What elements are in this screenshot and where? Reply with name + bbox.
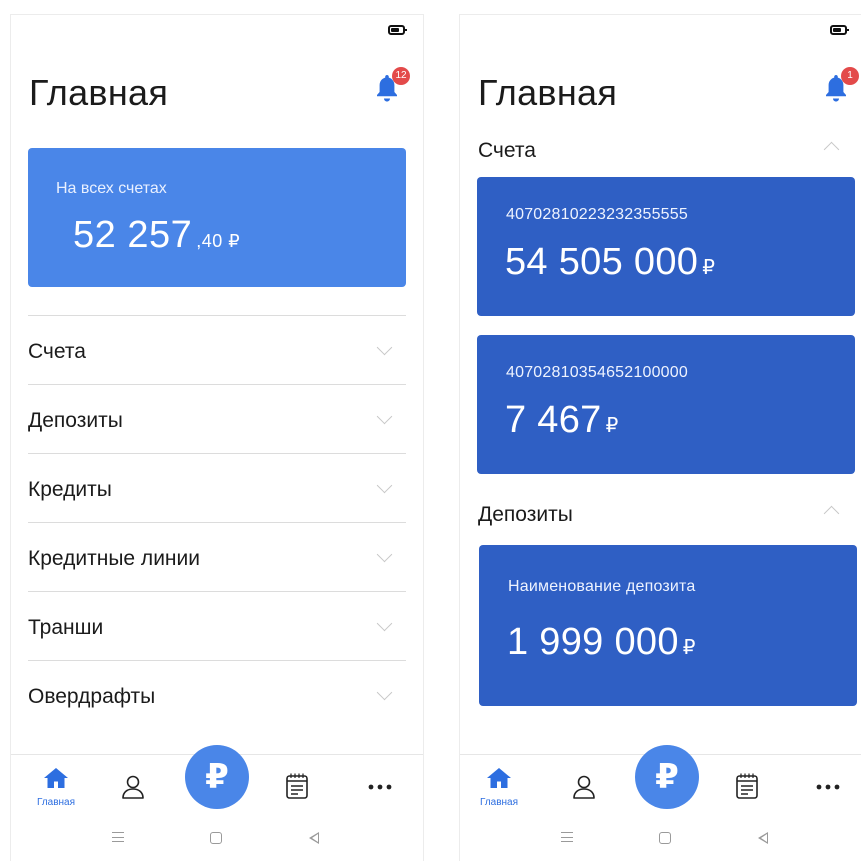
status-bar — [830, 25, 849, 37]
screen-home-expanded: Главная 1 Счета 40702810223232355555 54 … — [459, 14, 861, 861]
home-icon — [44, 768, 68, 788]
section-label: Счета — [28, 340, 86, 363]
home-square-icon[interactable] — [659, 832, 671, 844]
account-balance-value: 54 505 000 — [505, 241, 699, 283]
section-label: Транши — [28, 616, 104, 639]
currency-symbol: ₽ — [682, 637, 696, 659]
account-number: 40702810223232355555 — [506, 206, 688, 223]
calendar-icon — [736, 773, 758, 799]
tab-calendar[interactable] — [717, 755, 777, 819]
tab-more[interactable] — [350, 755, 410, 819]
section-label: Кредиты — [28, 478, 112, 501]
more-icon — [368, 784, 392, 790]
total-balance-kopecks: ,40 ₽ — [196, 231, 241, 251]
account-card[interactable]: 40702810354652100000 7 467 ₽ — [477, 335, 855, 474]
notifications-button[interactable]: 1 — [824, 67, 859, 107]
deposit-name: Наименование депозита — [508, 578, 696, 595]
tab-calendar[interactable] — [267, 755, 327, 819]
section-label: Кредитные линии — [28, 547, 200, 570]
section-accounts[interactable]: Счета — [28, 315, 406, 384]
chevron-down-icon — [376, 546, 393, 563]
currency-symbol: ₽ — [702, 257, 716, 279]
total-balance-amount: 52 257,40 ₽ — [73, 214, 240, 257]
notification-count-badge: 1 — [841, 67, 859, 85]
section-tranches[interactable]: Транши — [28, 591, 406, 660]
tab-home[interactable]: Главная — [469, 755, 529, 819]
deposit-balance-value: 1 999 000 — [507, 621, 679, 663]
ruble-icon[interactable]: ₽ — [635, 745, 699, 809]
tab-home-label: Главная — [36, 797, 76, 808]
profile-icon — [573, 775, 595, 799]
tab-profile[interactable] — [554, 755, 614, 819]
profile-icon — [122, 775, 144, 799]
tab-home-label: Главная — [479, 797, 519, 808]
chevron-down-icon — [376, 684, 393, 701]
account-balance: 54 505 000 ₽ — [505, 241, 715, 284]
screen-home-collapsed: Главная 12 На всех счетах 52 257,40 ₽ Сч… — [10, 14, 424, 861]
notification-count-badge: 12 — [392, 67, 410, 85]
section-credits[interactable]: Кредиты — [28, 453, 406, 522]
status-bar — [388, 25, 407, 37]
ruble-symbol: ₽ — [655, 758, 679, 796]
battery-icon — [388, 25, 407, 35]
ruble-icon[interactable]: ₽ — [185, 745, 249, 809]
menu-icon[interactable] — [561, 832, 573, 842]
chevron-down-icon — [376, 477, 393, 494]
total-balance-card[interactable]: На всех счетах 52 257,40 ₽ — [28, 148, 406, 287]
deposits-section-header[interactable]: Депозиты — [478, 503, 573, 527]
tab-profile[interactable] — [103, 755, 163, 819]
chevron-down-icon — [376, 408, 393, 425]
accounts-section-header[interactable]: Счета — [478, 139, 536, 163]
section-credit-lines[interactable]: Кредитные линии — [28, 522, 406, 591]
account-card[interactable]: 40702810223232355555 54 505 000 ₽ — [477, 177, 855, 316]
back-icon[interactable] — [758, 832, 768, 844]
back-icon[interactable] — [309, 832, 319, 844]
bottom-tab-bar: Главная ₽ — [11, 745, 423, 819]
section-label: Депозиты — [28, 409, 123, 432]
android-nav-bar — [11, 818, 423, 861]
currency-symbol: ₽ — [605, 415, 619, 437]
chevron-down-icon — [376, 339, 393, 356]
bottom-tab-bar: Главная ₽ — [460, 745, 861, 819]
section-deposits[interactable]: Депозиты — [28, 384, 406, 453]
calendar-icon — [286, 773, 308, 799]
ruble-symbol: ₽ — [205, 758, 229, 796]
home-icon — [487, 768, 511, 788]
home-square-icon[interactable] — [210, 832, 222, 844]
chevron-up-icon[interactable] — [823, 505, 840, 522]
tab-home[interactable]: Главная — [26, 755, 86, 819]
deposit-card[interactable]: Наименование депозита 1 999 000 ₽ — [479, 545, 857, 706]
account-number: 40702810354652100000 — [506, 364, 688, 381]
more-icon — [816, 784, 840, 790]
total-balance-rubles: 52 257 — [73, 214, 193, 256]
menu-icon[interactable] — [112, 832, 124, 842]
account-balance: 7 467 ₽ — [505, 399, 619, 442]
account-balance-value: 7 467 — [505, 399, 602, 441]
total-balance-label: На всех счетах — [56, 180, 167, 197]
android-nav-bar — [460, 818, 861, 861]
chevron-down-icon — [376, 615, 393, 632]
battery-icon — [830, 25, 849, 35]
tab-more[interactable] — [798, 755, 858, 819]
page-title: Главная — [478, 72, 618, 113]
product-sections-list: Счета Депозиты Кредиты Кредитные линии Т… — [28, 315, 406, 729]
deposit-balance: 1 999 000 ₽ — [507, 621, 696, 664]
section-overdrafts[interactable]: Овердрафты — [28, 660, 406, 729]
chevron-up-icon[interactable] — [823, 141, 840, 158]
section-label: Овердрафты — [28, 685, 156, 708]
notifications-button[interactable]: 12 — [375, 67, 410, 107]
page-title: Главная — [29, 72, 169, 113]
